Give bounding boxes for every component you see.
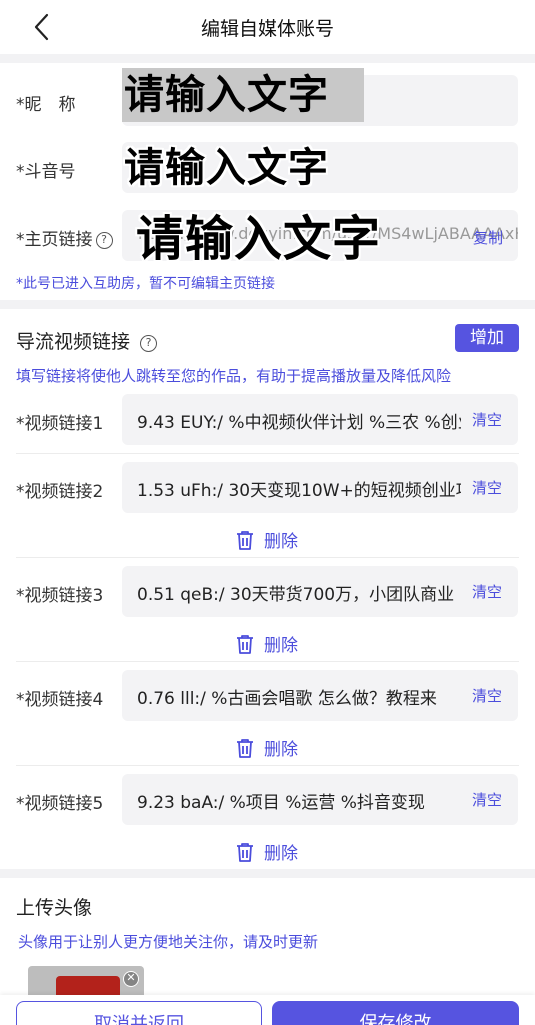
trash-icon (237, 531, 253, 550)
video-link-value: 9.43 EUY:/ %中视频伙伴计划 %三农 %创业 (137, 413, 461, 433)
nickname-label: *昵 称 (16, 95, 76, 115)
video-link-label: *视频链接1 (16, 414, 104, 434)
clear-button[interactable]: 清空 (472, 581, 502, 602)
delete-label: 删除 (264, 844, 298, 864)
delete-button[interactable]: 删除 (234, 527, 298, 552)
add-link-button[interactable]: 增加 (455, 324, 519, 352)
delete-label: 删除 (264, 636, 298, 656)
video-link-value: 9.23 baA:/ %项目 %运营 %抖音变现 (137, 793, 425, 813)
douyin-id-label: *斗音号 (16, 162, 76, 182)
delete-label: 删除 (264, 532, 298, 552)
trash-icon (237, 843, 253, 862)
video-link-value: 0.51 qeB:/ 30天带货700万，小团队商业 (137, 585, 455, 605)
clear-button[interactable]: 清空 (472, 789, 502, 810)
text-overlay-3: 请输入文字 (136, 211, 382, 267)
trash-icon (237, 739, 253, 758)
clear-button[interactable]: 清空 (472, 477, 502, 498)
text-overlay-1: 请输入文字 (122, 68, 364, 122)
clear-button[interactable]: 清空 (472, 409, 502, 430)
trash-icon (237, 635, 253, 654)
help-icon[interactable]: ? (95, 232, 113, 249)
text-overlay-2: 请输入文字 (124, 145, 329, 191)
video-links-title-text: 导流视频链接 (16, 331, 131, 353)
divider (16, 661, 519, 662)
save-changes-button[interactable]: 保存修改 (272, 1001, 519, 1025)
divider (16, 765, 519, 766)
copy-button[interactable]: 复制 (473, 227, 503, 248)
video-links-title: 导流视频链接? (16, 327, 158, 354)
divider (16, 557, 519, 558)
video-link-value: 1.53 uFh:/ 30天变现10W+的短视频创业项目 (137, 481, 461, 501)
page-title: 编辑自媒体账号 (200, 18, 334, 40)
delete-button[interactable]: 删除 (234, 631, 298, 656)
video-link-field[interactable]: 9.23 baA:/ %项目 %运营 %抖音变现 清空 (122, 774, 518, 825)
remove-avatar-icon[interactable]: ✕ (123, 971, 139, 987)
avatar-hint: 头像用于让别人更方便地关注你，请及时更新 (18, 933, 319, 951)
homepage-link-label-text: *主页链接 (16, 230, 93, 250)
video-links-hint: 填写链接将使他人跳转至您的作品，有助于提高播放量及降低风险 (16, 367, 452, 385)
homepage-link-label: *主页链接? (16, 225, 113, 250)
video-link-value: 0.76 lll:/ %古画会唱歌 怎么做？教程来 (137, 689, 437, 709)
video-link-field[interactable]: 1.53 uFh:/ 30天变现10W+的短视频创业项目 清空 (122, 462, 518, 513)
video-link-field[interactable]: 0.76 lll:/ %古画会唱歌 怎么做？教程来 清空 (122, 670, 518, 721)
video-link-label: *视频链接3 (16, 586, 104, 606)
video-link-label: *视频链接4 (16, 690, 104, 710)
video-link-label: *视频链接5 (16, 794, 104, 814)
divider (16, 453, 519, 454)
cancel-and-return-button[interactable]: 取消并返回 (16, 1001, 262, 1025)
video-link-field[interactable]: 0.51 qeB:/ 30天带货700万，小团队商业 清空 (122, 566, 518, 617)
clear-button[interactable]: 清空 (472, 685, 502, 706)
delete-button[interactable]: 删除 (234, 839, 298, 864)
nav-bar: 编辑自媒体账号 (0, 0, 535, 54)
delete-button[interactable]: 删除 (234, 735, 298, 760)
help-icon[interactable]: ? (140, 335, 158, 352)
video-link-label: *视频链接2 (16, 482, 104, 502)
delete-label: 删除 (264, 740, 298, 760)
homepage-lock-notice: *此号已进入互助房，暂不可编辑主页链接 (16, 276, 275, 292)
avatar-section-title: 上传头像 (16, 897, 93, 919)
video-link-field[interactable]: 9.43 EUY:/ %中视频伙伴计划 %三农 %创业 清空 (122, 394, 518, 445)
